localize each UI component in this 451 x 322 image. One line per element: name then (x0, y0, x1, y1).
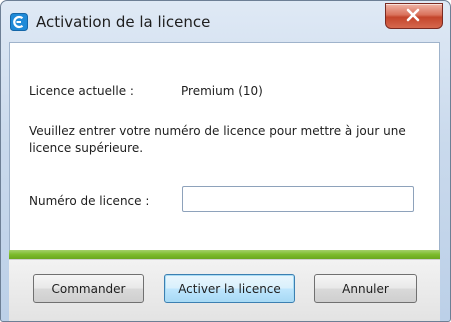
licence-number-input[interactable] (182, 186, 414, 212)
accent-divider (9, 250, 440, 259)
cancel-button[interactable]: Annuler (314, 274, 417, 303)
current-licence-value: Premium (10) (181, 84, 263, 98)
order-button[interactable]: Commander (33, 274, 144, 303)
instruction-text: Veuillez entrer votre numéro de licence … (29, 124, 406, 155)
licence-number-label: Numéro de licence : (29, 194, 150, 208)
title-bar[interactable]: Activation de la licence (1, 1, 450, 43)
current-licence-label: Licence actuelle : (29, 84, 134, 98)
app-icon (10, 13, 28, 31)
window-title: Activation de la licence (36, 13, 211, 31)
close-x-icon (406, 8, 420, 22)
activate-licence-button[interactable]: Activer la licence (164, 274, 295, 303)
close-button[interactable] (385, 3, 443, 29)
